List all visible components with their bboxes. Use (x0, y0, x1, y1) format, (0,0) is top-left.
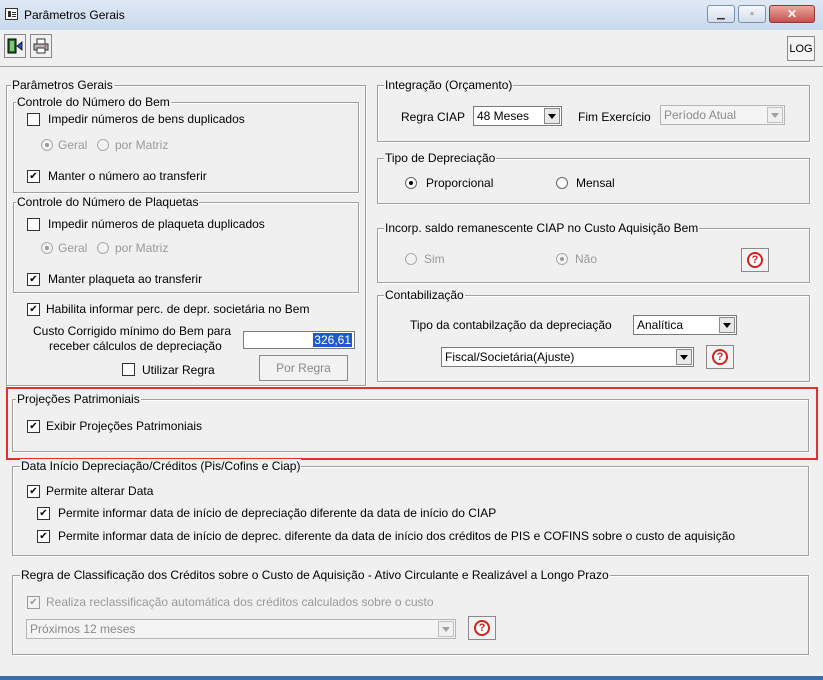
permite-data-ciap-checkbox[interactable] (37, 507, 50, 520)
permite-alterar-data-checkbox[interactable] (27, 485, 40, 498)
habilita-depr-societaria-label: Habilita informar perc. de depr. societá… (46, 302, 310, 316)
bem-geral-label: Geral (58, 138, 88, 152)
window-title: Parâmetros Gerais (24, 8, 125, 22)
window-bottom-border (0, 676, 823, 680)
close-button[interactable]: ✕ (769, 5, 815, 23)
impedir-bens-duplicados-label: Impedir números de bens duplicados (48, 112, 245, 126)
close-icon: ✕ (786, 7, 798, 21)
highlight-box (6, 387, 818, 460)
periodo-value: Próximos 12 meses (30, 622, 136, 636)
app-icon (5, 8, 18, 20)
plaqueta-por-matriz-label: por Matriz (115, 241, 169, 255)
permite-data-pis-cofins-label: Permite informar data de início de depre… (58, 529, 736, 543)
incorp-help-button[interactable]: ? (741, 248, 769, 272)
permite-data-ciap-label: Permite informar data de início de depre… (58, 506, 497, 520)
contabilizacao-legend: Contabilização (384, 288, 465, 302)
log-button[interactable]: LOG (787, 36, 815, 61)
minimize-button[interactable]: ▁ (707, 5, 735, 23)
impedir-plaqueta-duplicados-label: Impedir números de plaqueta duplicados (48, 217, 265, 231)
chevron-down-icon (719, 317, 735, 333)
nao-radio[interactable] (556, 253, 568, 265)
bem-por-matriz-label: por Matriz (115, 138, 169, 152)
regra-classificacao-group (12, 575, 809, 655)
fim-exercicio-label: Fim Exercício (578, 110, 651, 124)
regra-ciap-select[interactable]: 48 Meses (473, 106, 562, 126)
minimize-icon: ▁ (717, 8, 725, 20)
chevron-down-icon (676, 349, 692, 365)
manter-numero-label: Manter o número ao transferir (48, 169, 207, 183)
chevron-down-icon (544, 108, 560, 124)
utilizar-regra-checkbox[interactable] (122, 363, 135, 376)
regra-classificacao-legend: Regra de Classificação dos Créditos sobr… (20, 568, 610, 582)
custo-corrigido-label-2: receber cálculos de depreciação (49, 339, 222, 353)
toolbar-separator (0, 66, 823, 67)
custo-corrigido-value: 326,61 (313, 333, 352, 347)
bem-geral-radio[interactable] (41, 139, 53, 151)
regra-ciap-value: 48 Meses (477, 109, 530, 123)
manter-plaqueta-label: Manter plaqueta ao transferir (48, 272, 203, 286)
plaqueta-geral-label: Geral (58, 241, 88, 255)
data-inicio-legend: Data Início Depreciação/Créditos (Pis/Co… (20, 459, 302, 473)
controle-plaquetas-legend: Controle do Número de Plaquetas (16, 195, 200, 209)
tipo-contabilizacao-value: Analítica (637, 318, 684, 332)
toolbar (0, 30, 823, 63)
proporcional-radio[interactable] (405, 177, 417, 189)
regra-classificacao-help-button[interactable]: ? (468, 616, 496, 640)
sim-radio[interactable] (405, 253, 417, 265)
mensal-label: Mensal (576, 176, 615, 190)
controle-bem-legend: Controle do Número do Bem (16, 95, 171, 109)
tipo-contabilizacao-label: Tipo da contabilzação da depreciação (410, 318, 612, 332)
exit-button[interactable] (4, 34, 26, 58)
contabilizacao-group (377, 295, 810, 382)
print-button[interactable] (30, 34, 52, 58)
help-icon: ? (712, 349, 728, 365)
incorp-saldo-legend: Incorp. saldo remanescente CIAP no Custo… (384, 221, 700, 235)
habilita-depr-societaria-checkbox[interactable] (27, 303, 40, 316)
permite-data-pis-cofins-checkbox[interactable] (37, 530, 50, 543)
plaqueta-geral-radio[interactable] (41, 242, 53, 254)
chevron-down-icon (767, 107, 783, 123)
impedir-bens-duplicados-checkbox[interactable] (27, 113, 40, 126)
periodo-select[interactable]: Próximos 12 meses (26, 619, 456, 639)
integracao-legend: Integração (Orçamento) (384, 78, 514, 92)
manter-numero-checkbox[interactable] (27, 170, 40, 183)
realiza-reclassificacao-label: Realiza reclassificação automática dos c… (46, 595, 434, 609)
realiza-reclassificacao-checkbox[interactable] (27, 596, 40, 609)
por-regra-button[interactable]: Por Regra (259, 355, 348, 381)
maximize-icon: ▫ (750, 8, 754, 20)
impedir-plaqueta-duplicados-checkbox[interactable] (27, 218, 40, 231)
exit-door-icon (7, 38, 23, 54)
bem-por-matriz-radio[interactable] (97, 139, 109, 151)
custo-corrigido-label-1: Custo Corrigido mínimo do Bem para (33, 324, 232, 338)
plaqueta-por-matriz-radio[interactable] (97, 242, 109, 254)
help-icon: ? (474, 620, 490, 636)
permite-alterar-data-label: Permite alterar Data (46, 484, 154, 498)
proporcional-label: Proporcional (426, 176, 494, 190)
contabilizacao-help-button[interactable]: ? (706, 345, 734, 369)
custo-corrigido-input[interactable]: 326,61 (243, 331, 355, 349)
maximize-button[interactable]: ▫ (738, 5, 766, 23)
utilizar-regra-label: Utilizar Regra (142, 363, 215, 377)
tipo-depreciacao-legend: Tipo de Depreciação (384, 151, 497, 165)
parametros-gerais-legend: Parâmetros Gerais (11, 78, 114, 92)
chevron-down-icon (438, 621, 454, 637)
fiscal-societaria-select[interactable]: Fiscal/Societária(Ajuste) (441, 347, 694, 367)
sim-label: Sim (424, 252, 445, 266)
tipo-contabilizacao-select[interactable]: Analítica (633, 315, 737, 335)
help-icon: ? (747, 252, 763, 268)
manter-plaqueta-checkbox[interactable] (27, 273, 40, 286)
nao-label: Não (575, 252, 598, 266)
fim-exercicio-value: Período Atual (664, 108, 737, 122)
regra-ciap-label: Regra CIAP (401, 110, 466, 124)
printer-icon (33, 38, 49, 54)
fim-exercicio-select[interactable]: Período Atual (660, 105, 785, 125)
mensal-radio[interactable] (556, 177, 568, 189)
fiscal-societaria-value: Fiscal/Societária(Ajuste) (445, 350, 575, 364)
